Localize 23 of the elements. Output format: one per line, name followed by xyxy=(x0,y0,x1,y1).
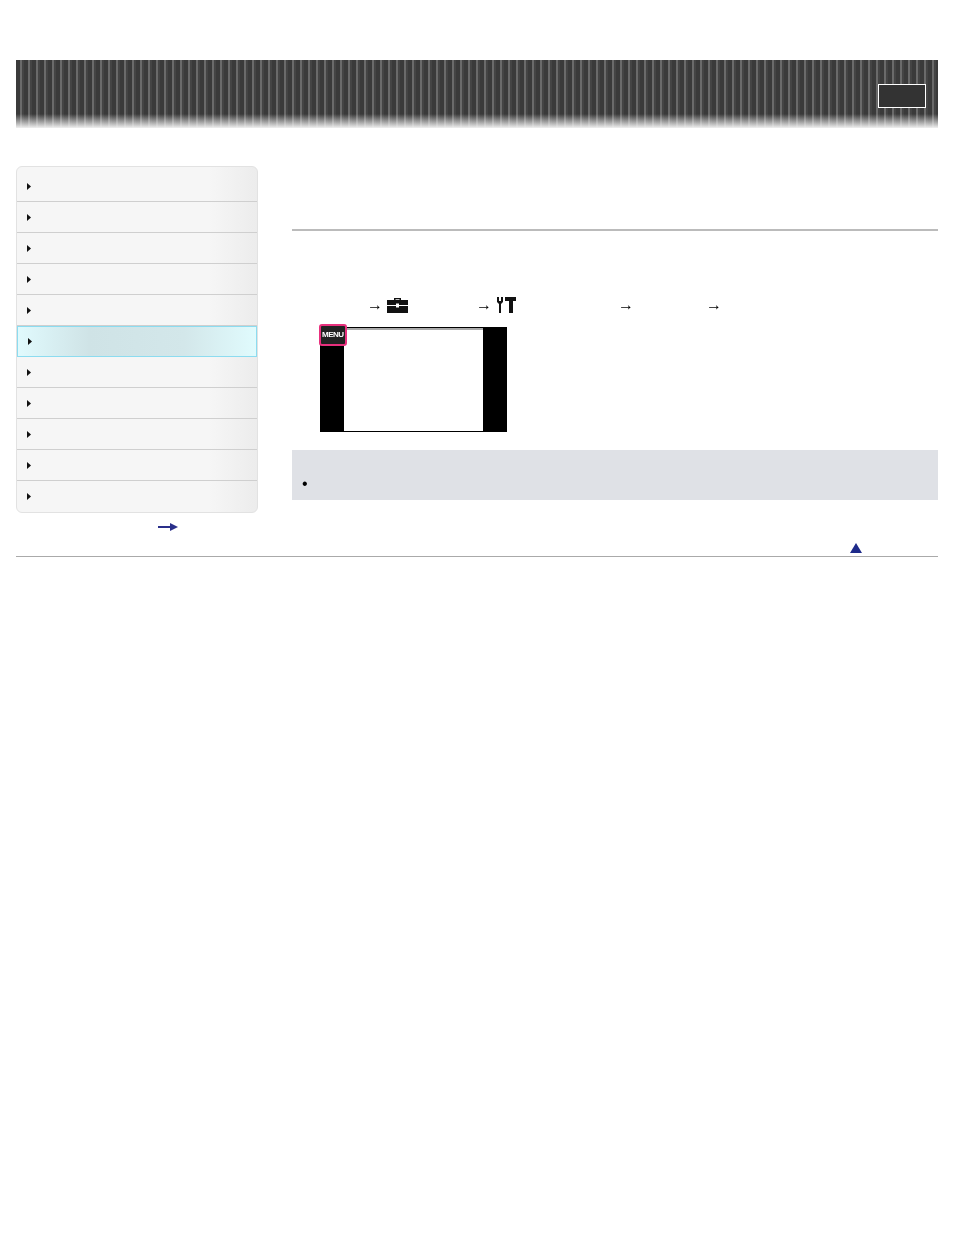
triangle-icon xyxy=(27,306,31,314)
triangle-icon xyxy=(27,430,31,438)
triangle-icon xyxy=(27,213,31,221)
bullet: • xyxy=(302,476,308,492)
triangle-icon xyxy=(27,399,31,407)
triangle-icon xyxy=(28,338,32,345)
back-to-top-icon[interactable] xyxy=(850,543,862,553)
triangle-icon xyxy=(27,493,31,500)
menu-key: MENU xyxy=(319,324,347,346)
triangle-icon xyxy=(27,461,31,469)
toolbox-icon xyxy=(387,297,408,313)
tools-icon xyxy=(496,297,516,313)
step-arrow: → xyxy=(618,297,634,313)
nav-item[interactable] xyxy=(17,326,257,357)
header-button[interactable] xyxy=(878,84,926,108)
next-arrow-icon[interactable] xyxy=(158,523,178,531)
step-arrow: → xyxy=(706,297,722,313)
step-arrow: → xyxy=(367,297,383,313)
triangle-icon xyxy=(27,244,31,252)
triangle-icon xyxy=(27,368,31,376)
step-arrow: → xyxy=(476,297,492,313)
triangle-icon xyxy=(27,182,31,190)
triangle-icon xyxy=(27,275,31,283)
